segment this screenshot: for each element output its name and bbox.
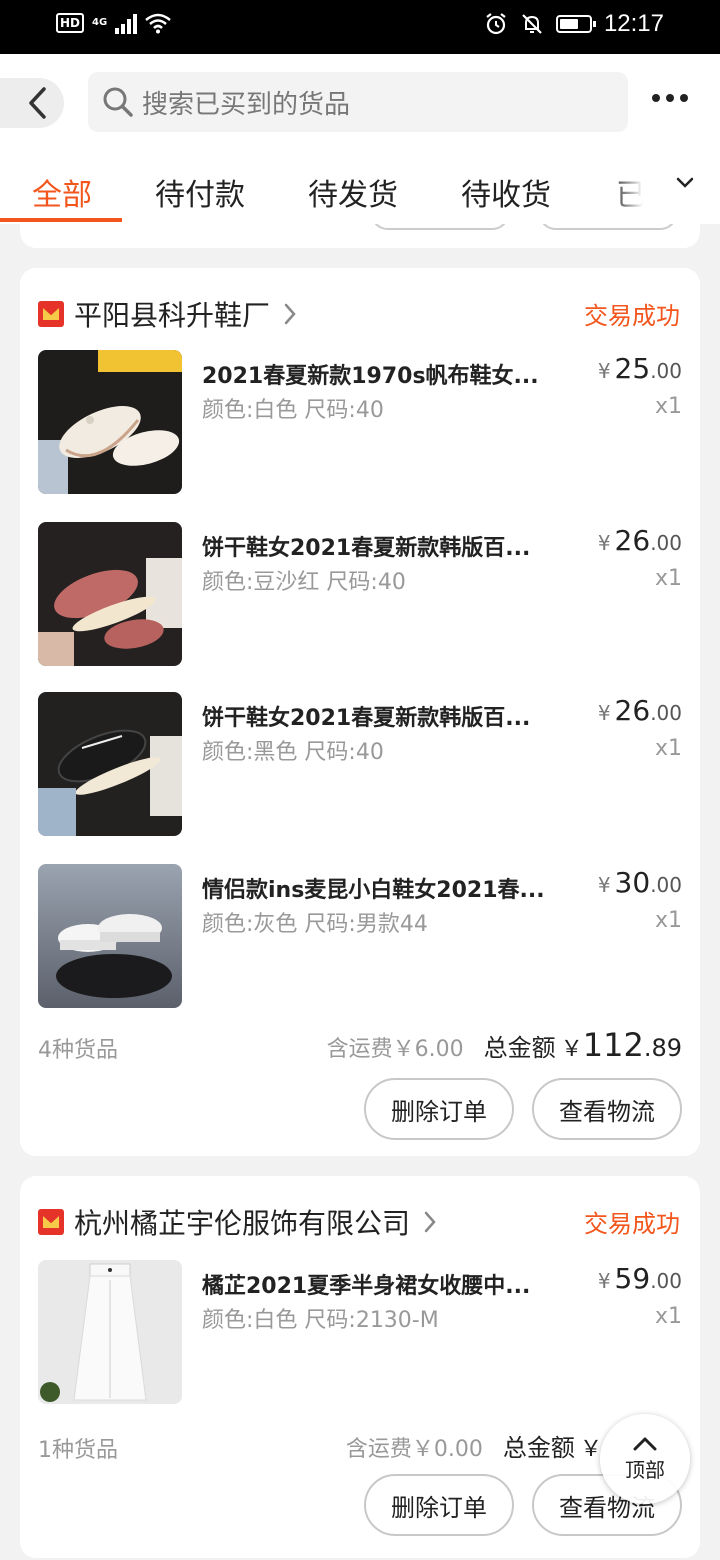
tab-pending-payment[interactable]: 待付款 bbox=[155, 170, 245, 214]
product-image bbox=[38, 350, 182, 494]
product-image bbox=[38, 522, 182, 666]
tab-all[interactable]: 全部 bbox=[32, 170, 92, 214]
shipping-fee: 含运费￥0.00 bbox=[345, 1437, 483, 1462]
total-label: 总金额 bbox=[502, 1434, 575, 1462]
back-to-top-label: 顶部 bbox=[625, 1457, 665, 1482]
order-card: 杭州橘芷宇伦服饰有限公司 交易成功 橘芷2021夏季半身裙女收腰中... 颜色:… bbox=[20, 1176, 700, 1558]
order-summary: 1种货品 含运费￥0.00 总金额 ￥ bbox=[38, 1426, 682, 1466]
view-logistics-button[interactable]: 查看物流 bbox=[532, 1078, 682, 1140]
product-title: 饼干鞋女2021春夏新款韩版百... bbox=[202, 706, 531, 731]
tab-pending-receipt[interactable]: 待收货 bbox=[461, 170, 551, 214]
search-icon bbox=[103, 87, 133, 117]
shop-header[interactable]: 平阳县科升鞋厂 bbox=[38, 294, 298, 334]
battery-icon bbox=[555, 15, 596, 33]
total-amount: ￥112.89 bbox=[560, 1026, 682, 1064]
chevron-down-icon[interactable] bbox=[674, 172, 696, 194]
mute-bell-icon bbox=[522, 14, 542, 34]
shop-logo-icon bbox=[38, 1209, 64, 1235]
chevron-up-icon bbox=[633, 1437, 657, 1450]
chevron-right-icon bbox=[424, 1211, 436, 1233]
product-price: ¥26.00 bbox=[597, 694, 682, 727]
product-image bbox=[38, 864, 182, 1008]
product-quantity: x1 bbox=[654, 394, 682, 419]
product-quantity: x1 bbox=[654, 1304, 682, 1329]
product-spec: 颜色:豆沙红 尺码:40 bbox=[202, 570, 406, 595]
item-count: 4种货品 bbox=[38, 1038, 118, 1063]
product-spec: 颜色:灰色 尺码:男款44 bbox=[202, 912, 428, 937]
shop-logo-icon bbox=[38, 301, 64, 327]
order-tabs: 全部 待付款 待发货 待收货 已 bbox=[0, 166, 720, 224]
shop-name: 杭州橘芷宇伦服饰有限公司 bbox=[74, 1207, 411, 1240]
search-placeholder: 搜索已买到的货品 bbox=[142, 89, 351, 120]
shop-name: 平阳县科升鞋厂 bbox=[74, 299, 271, 332]
product-image bbox=[38, 1260, 182, 1404]
product-quantity: x1 bbox=[654, 566, 682, 591]
search-input[interactable]: 搜索已买到的货品 bbox=[88, 72, 628, 132]
clock: 12:17 bbox=[603, 10, 664, 37]
product-quantity: x1 bbox=[654, 736, 682, 761]
header: 搜索已买到的货品 全部 待付款 待发货 待收货 已 bbox=[0, 54, 720, 224]
product-spec: 颜色:白色 尺码:2130-M bbox=[202, 1308, 439, 1333]
tab-pending-shipment[interactable]: 待发货 bbox=[308, 170, 398, 214]
shop-header[interactable]: 杭州橘芷宇伦服饰有限公司 bbox=[38, 1202, 438, 1242]
product-price: ¥25.00 bbox=[597, 352, 682, 385]
tab-indicator bbox=[0, 218, 122, 222]
product-price: ¥30.00 bbox=[597, 866, 682, 899]
hd-indicator: HD bbox=[56, 13, 85, 33]
back-arrow-icon bbox=[29, 87, 46, 119]
chevron-right-icon bbox=[284, 303, 296, 325]
alarm-icon bbox=[486, 13, 506, 35]
wifi-icon bbox=[145, 13, 171, 34]
status-bar: HD 4G 12:17 bbox=[0, 0, 720, 54]
product-title: 情侣款ins麦昆小白鞋女2021春... bbox=[202, 878, 545, 903]
back-to-top-button[interactable]: 顶部 bbox=[600, 1414, 690, 1504]
product-title: 2021春夏新款1970s帆布鞋女... bbox=[202, 364, 539, 389]
more-menu-button[interactable] bbox=[652, 94, 688, 102]
product-price: ¥59.00 bbox=[597, 1262, 682, 1295]
product-quantity: x1 bbox=[654, 908, 682, 933]
signal-icon bbox=[115, 12, 138, 34]
order-item[interactable]: 2021春夏新款1970s帆布鞋女... 颜色:白色 尺码:40 ¥25.00 … bbox=[38, 350, 682, 494]
product-title: 橘芷2021夏季半身裙女收腰中... bbox=[202, 1274, 531, 1299]
delete-order-button[interactable]: 删除订单 bbox=[364, 1078, 514, 1140]
order-item[interactable]: 饼干鞋女2021春夏新款韩版百... 颜色:黑色 尺码:40 ¥26.00 x1 bbox=[38, 692, 682, 836]
order-summary: 4种货品 含运费￥6.00 总金额 ￥112.89 bbox=[38, 1026, 682, 1066]
total-amount: ￥ bbox=[579, 1437, 602, 1462]
product-title: 饼干鞋女2021春夏新款韩版百... bbox=[202, 536, 531, 561]
shipping-fee: 含运费￥6.00 bbox=[326, 1037, 464, 1062]
order-item[interactable]: 橘芷2021夏季半身裙女收腰中... 颜色:白色 尺码:2130-M ¥59.0… bbox=[38, 1260, 682, 1404]
product-spec: 颜色:白色 尺码:40 bbox=[202, 398, 384, 423]
order-status: 交易成功 bbox=[584, 302, 680, 330]
back-button[interactable] bbox=[0, 78, 64, 128]
product-price: ¥26.00 bbox=[597, 524, 682, 557]
order-status: 交易成功 bbox=[584, 1210, 680, 1238]
order-item[interactable]: 情侣款ins麦昆小白鞋女2021春... 颜色:灰色 尺码:男款44 ¥30.0… bbox=[38, 864, 682, 1008]
delete-order-button[interactable]: 删除订单 bbox=[364, 1474, 514, 1536]
order-card: 平阳县科升鞋厂 交易成功 2021春夏新款1970s帆布鞋女... 颜色:白色 … bbox=[20, 268, 700, 1156]
item-count: 1种货品 bbox=[38, 1438, 118, 1463]
product-spec: 颜色:黑色 尺码:40 bbox=[202, 740, 384, 765]
previous-order-card bbox=[20, 224, 700, 248]
total-label: 总金额 bbox=[483, 1034, 556, 1062]
order-item[interactable]: 饼干鞋女2021春夏新款韩版百... 颜色:豆沙红 尺码:40 ¥26.00 x… bbox=[38, 522, 682, 666]
product-image bbox=[38, 692, 182, 836]
network-type: 4G bbox=[92, 17, 108, 28]
